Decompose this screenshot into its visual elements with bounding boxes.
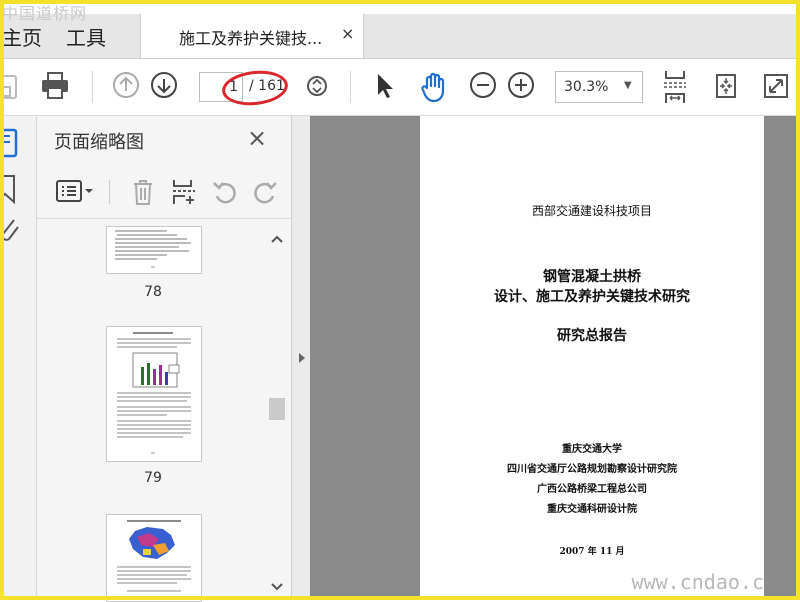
scroll-mode-icon[interactable] bbox=[662, 69, 688, 109]
rotate-clockwise-icon[interactable] bbox=[251, 178, 279, 210]
insert-page-icon[interactable] bbox=[171, 178, 197, 210]
tab-close-icon[interactable]: × bbox=[341, 24, 354, 43]
thumbnail-page-78[interactable] bbox=[106, 226, 202, 274]
page-thumbnails-icon[interactable] bbox=[0, 126, 22, 164]
thumbnail-page-80[interactable] bbox=[106, 514, 202, 602]
report-date: 2007 年 11 月 bbox=[559, 547, 625, 557]
thumbnail-page-number: 78 bbox=[144, 284, 162, 300]
fit-page-icon[interactable] bbox=[712, 71, 740, 105]
organization: 重庆交通科研设计院 bbox=[547, 504, 637, 515]
thumbnail-page-number: 79 bbox=[144, 470, 162, 486]
attachments-icon[interactable] bbox=[0, 216, 22, 250]
project-line: 西部交通建设科技项目 bbox=[531, 204, 652, 218]
organization: 重庆交通大学 bbox=[562, 444, 622, 455]
print-icon[interactable] bbox=[40, 71, 70, 105]
scroll-up-icon[interactable] bbox=[269, 230, 285, 249]
collapse-arrow-icon[interactable] bbox=[297, 350, 307, 369]
panel-collapse-strip[interactable] bbox=[292, 116, 310, 600]
document-page: 西部交通建设科技项目 钢管混凝土拱桥 设计、施工及养护关键技术研究 研究总报告 … bbox=[420, 116, 764, 600]
delete-page-icon[interactable] bbox=[131, 178, 155, 210]
bookmarks-icon[interactable] bbox=[0, 174, 18, 208]
scroll-down-icon[interactable] bbox=[269, 578, 285, 597]
watermark-top: 中国道桥网 bbox=[2, 4, 88, 23]
hand-tool-icon[interactable] bbox=[418, 71, 450, 107]
nav-tools[interactable]: 工具 bbox=[66, 22, 106, 51]
zoom-out-icon[interactable] bbox=[469, 71, 497, 103]
thumbnail-page-79[interactable] bbox=[106, 326, 202, 462]
save-icon[interactable] bbox=[0, 73, 20, 105]
tab-title: 施工及养护关键技... bbox=[179, 29, 323, 48]
thumbnail-page-content bbox=[117, 520, 191, 592]
nav-home[interactable]: 主页 bbox=[2, 22, 42, 51]
left-rail bbox=[0, 116, 37, 600]
next-page-icon[interactable] bbox=[150, 71, 178, 103]
panel-close-icon[interactable]: × bbox=[247, 124, 267, 152]
select-cursor-icon[interactable] bbox=[374, 71, 396, 105]
thumbnail-scrollbar[interactable] bbox=[267, 226, 287, 600]
viewer-margin-right bbox=[764, 116, 800, 600]
tab-bar: 主页 工具 施工及养护关键技... × bbox=[0, 14, 800, 59]
thumbnail-page-content bbox=[115, 230, 191, 268]
thumbnail-page-content bbox=[117, 332, 191, 454]
report-type: 研究总报告 bbox=[557, 328, 627, 344]
watermark-bottom: www.cndao.c bbox=[631, 570, 764, 594]
scrollbar-thumb[interactable] bbox=[269, 398, 285, 420]
zoom-value: 30.3% bbox=[564, 79, 609, 95]
zoom-dropdown[interactable]: 30.3% ▼ bbox=[555, 71, 643, 103]
full-screen-icon[interactable] bbox=[762, 72, 790, 104]
panel-toolbar bbox=[37, 166, 291, 219]
toolbar-separator bbox=[350, 71, 351, 103]
toolbar-separator bbox=[92, 71, 93, 103]
report-title-line2: 设计、施工及养护关键技术研究 bbox=[494, 289, 690, 305]
tab-document[interactable]: 施工及养护关键技... × bbox=[140, 14, 364, 58]
chevron-down-icon: ▼ bbox=[624, 80, 632, 91]
page-stepper-icon[interactable] bbox=[306, 75, 328, 101]
report-title-line1: 钢管混凝土拱桥 bbox=[543, 269, 641, 285]
previous-page-icon[interactable] bbox=[112, 71, 140, 103]
organization: 广西公路桥梁工程总公司 bbox=[537, 484, 647, 495]
panel-toolbar-separator bbox=[109, 180, 110, 204]
rotate-counterclockwise-icon[interactable] bbox=[211, 178, 239, 210]
organization: 四川省交通厅公路规划勘察设计研究院 bbox=[507, 464, 677, 475]
toolbar: 1 / 161 30.3% ▼ bbox=[0, 59, 800, 116]
zoom-in-icon[interactable] bbox=[507, 71, 535, 103]
panel-title: 页面缩略图 bbox=[54, 132, 144, 153]
thumbnail-panel: 页面缩略图 × 78 79 bbox=[37, 116, 292, 602]
thumbnail-options-icon[interactable] bbox=[55, 178, 95, 208]
